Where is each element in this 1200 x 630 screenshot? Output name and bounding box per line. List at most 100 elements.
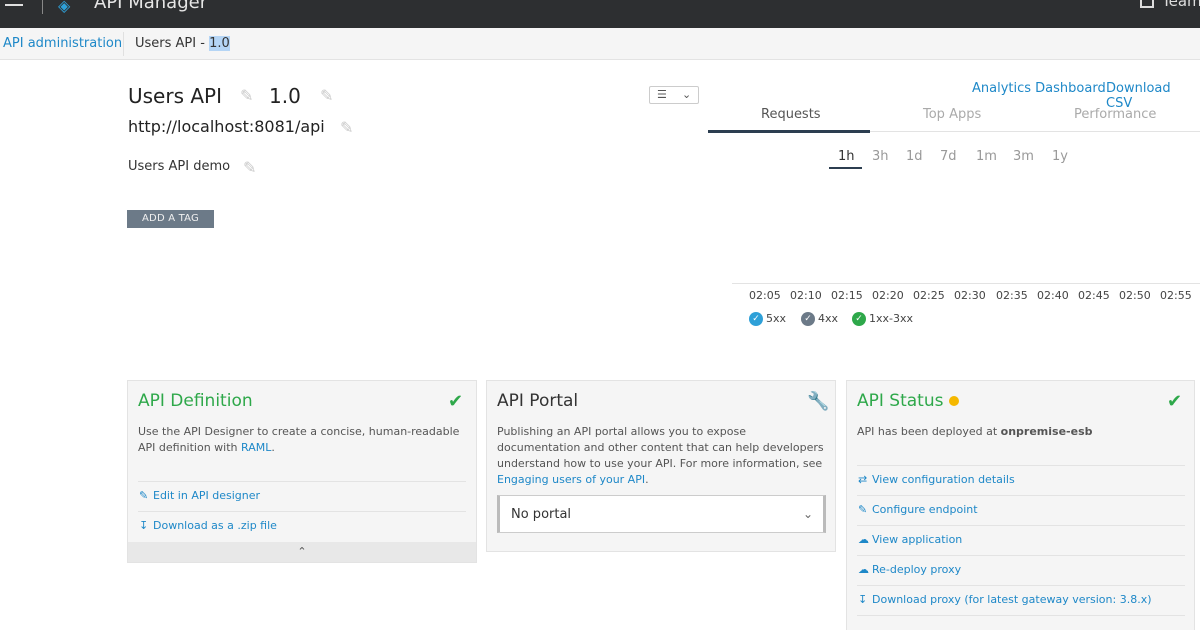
active-range-indicator bbox=[829, 167, 862, 169]
add-tag-button[interactable]: ADD A TAG bbox=[127, 210, 214, 228]
analytics-tabs: Requests Top Apps Performance bbox=[708, 100, 1200, 133]
breadcrumb: API administration Users API - 1.0 bbox=[0, 28, 1200, 60]
download-zip-link[interactable]: ↧ Download as a .zip file bbox=[139, 519, 277, 532]
team-icon[interactable] bbox=[1140, 0, 1154, 8]
redeploy-proxy-link[interactable]: ☁ Re-deploy proxy bbox=[858, 563, 961, 576]
tab-top-apps[interactable]: Top Apps bbox=[923, 107, 981, 122]
legend-label: 1xx-3xx bbox=[869, 312, 914, 325]
range-3h[interactable]: 3h bbox=[872, 149, 889, 164]
app-title: API Manager bbox=[94, 0, 208, 13]
x-tick: 02:40 bbox=[1037, 289, 1069, 302]
team-label[interactable]: Team bbox=[1162, 0, 1200, 10]
legend-1xx-3xx[interactable]: ✓ 1xx-3xx bbox=[852, 312, 913, 326]
range-3m[interactable]: 3m bbox=[1013, 149, 1034, 164]
check-icon: ✓ bbox=[749, 312, 763, 326]
x-tick: 02:10 bbox=[790, 289, 822, 302]
edit-name-pencil-icon[interactable]: ✎ bbox=[240, 86, 253, 105]
x-tick: 02:50 bbox=[1119, 289, 1151, 302]
check-icon: ✔ bbox=[1167, 391, 1183, 412]
divider bbox=[857, 525, 1185, 526]
api-portal-card: API Portal 🔧 Publishing an API portal al… bbox=[486, 380, 836, 552]
engaging-users-link[interactable]: Engaging users of your API bbox=[497, 473, 645, 486]
check-icon: ✓ bbox=[852, 312, 866, 326]
breadcrumb-current-version: 1.0 bbox=[209, 36, 230, 51]
chevron-down-icon: ⌄ bbox=[682, 88, 692, 101]
download-icon: ↧ bbox=[858, 593, 868, 606]
edit-in-api-designer-link[interactable]: ✎ Edit in API designer bbox=[139, 489, 260, 502]
range-1d[interactable]: 1d bbox=[906, 149, 923, 164]
tab-requests[interactable]: Requests bbox=[761, 107, 821, 122]
breadcrumb-api-administration-link[interactable]: API administration bbox=[3, 36, 122, 51]
range-1h[interactable]: 1h bbox=[838, 149, 855, 164]
range-1y[interactable]: 1y bbox=[1052, 149, 1068, 164]
raml-link[interactable]: RAML bbox=[241, 441, 271, 454]
menu-icon[interactable] bbox=[5, 0, 25, 12]
breadcrumb-current-name: Users API - bbox=[135, 36, 210, 51]
card-text: Publishing an API portal allows you to e… bbox=[497, 425, 824, 470]
chevron-down-icon: ⌄ bbox=[802, 507, 813, 521]
card-title: API Status bbox=[857, 391, 960, 411]
edit-version-pencil-icon[interactable]: ✎ bbox=[320, 86, 333, 105]
check-icon: ✔ bbox=[448, 391, 464, 412]
range-7d[interactable]: 7d bbox=[940, 149, 957, 164]
download-proxy-link[interactable]: ↧ Download proxy (for latest gateway vers… bbox=[858, 593, 1152, 606]
cloud-icon: ☁ bbox=[858, 563, 869, 576]
analytics-dashboard-link[interactable]: Analytics Dashboard bbox=[972, 81, 1106, 96]
edit-description-pencil-icon[interactable]: ✎ bbox=[243, 158, 256, 177]
wrench-icon[interactable]: 🔧 bbox=[807, 391, 829, 412]
divider bbox=[857, 555, 1185, 556]
mulesoft-logo-icon: ◈ bbox=[58, 0, 71, 15]
card-text: Use the API Designer to create a concise… bbox=[138, 425, 460, 454]
collapse-button[interactable]: ⌃ bbox=[128, 542, 476, 562]
api-version: 1.0 bbox=[269, 84, 301, 108]
card-title-text: API Status bbox=[857, 391, 944, 411]
api-description: Users API demo bbox=[128, 159, 231, 174]
x-tick: 02:25 bbox=[913, 289, 945, 302]
legend-label: 4xx bbox=[818, 312, 839, 325]
list-icon: ☰ bbox=[657, 88, 667, 101]
deployment-target: onpremise-esb bbox=[1000, 425, 1093, 438]
link-label: View configuration details bbox=[872, 473, 1015, 486]
x-tick: 02:05 bbox=[749, 289, 781, 302]
configure-endpoint-link[interactable]: ✎ Configure endpoint bbox=[858, 503, 978, 516]
portal-select-value: No portal bbox=[511, 507, 572, 522]
legend-5xx[interactable]: ✓ 5xx bbox=[749, 312, 786, 326]
portal-select[interactable]: No portal ⌄ bbox=[497, 495, 826, 533]
topbar-divider bbox=[42, 0, 43, 14]
card-description: Use the API Designer to create a concise… bbox=[138, 424, 468, 456]
divider bbox=[857, 615, 1185, 616]
cloud-icon: ☁ bbox=[858, 533, 869, 546]
link-label: Download as a .zip file bbox=[153, 519, 277, 532]
pencil-icon: ✎ bbox=[139, 489, 149, 502]
x-tick: 02:55 bbox=[1160, 289, 1192, 302]
api-status-card: API Status ✔ API has been deployed at on… bbox=[846, 380, 1195, 630]
legend-4xx[interactable]: ✓ 4xx bbox=[801, 312, 838, 326]
download-icon: ↧ bbox=[139, 519, 149, 532]
check-icon: ✓ bbox=[801, 312, 815, 326]
api-endpoint-url: http://localhost:8081/api bbox=[128, 117, 325, 136]
api-name: Users API bbox=[128, 84, 223, 108]
chart-x-axis bbox=[732, 283, 1200, 284]
arrows-icon: ⇄ bbox=[858, 473, 868, 486]
breadcrumb-separator bbox=[123, 32, 124, 56]
view-configuration-details-link[interactable]: ⇄ View configuration details bbox=[858, 473, 1015, 486]
card-text: API has been deployed at bbox=[857, 425, 1001, 438]
status-indicator bbox=[949, 396, 960, 406]
tab-performance[interactable]: Performance bbox=[1074, 107, 1156, 122]
divider bbox=[138, 511, 466, 512]
divider bbox=[857, 465, 1185, 466]
link-label: Download proxy (for latest gateway versi… bbox=[872, 593, 1152, 606]
pencil-icon: ✎ bbox=[858, 503, 868, 516]
breadcrumb-current: Users API - 1.0 bbox=[135, 36, 230, 51]
card-text: . bbox=[645, 473, 649, 486]
view-application-link[interactable]: ☁ View application bbox=[858, 533, 962, 546]
card-text: . bbox=[271, 441, 275, 454]
legend-label: 5xx bbox=[766, 312, 787, 325]
range-1m[interactable]: 1m bbox=[976, 149, 997, 164]
card-title: API Portal bbox=[497, 391, 579, 411]
x-tick: 02:30 bbox=[954, 289, 986, 302]
top-navigation-bar: ◈ API Manager Team bbox=[0, 0, 1200, 28]
edit-url-pencil-icon[interactable]: ✎ bbox=[340, 118, 353, 137]
link-label: View application bbox=[872, 533, 963, 546]
view-toggle-dropdown[interactable]: ☰ ⌄ bbox=[649, 86, 699, 104]
